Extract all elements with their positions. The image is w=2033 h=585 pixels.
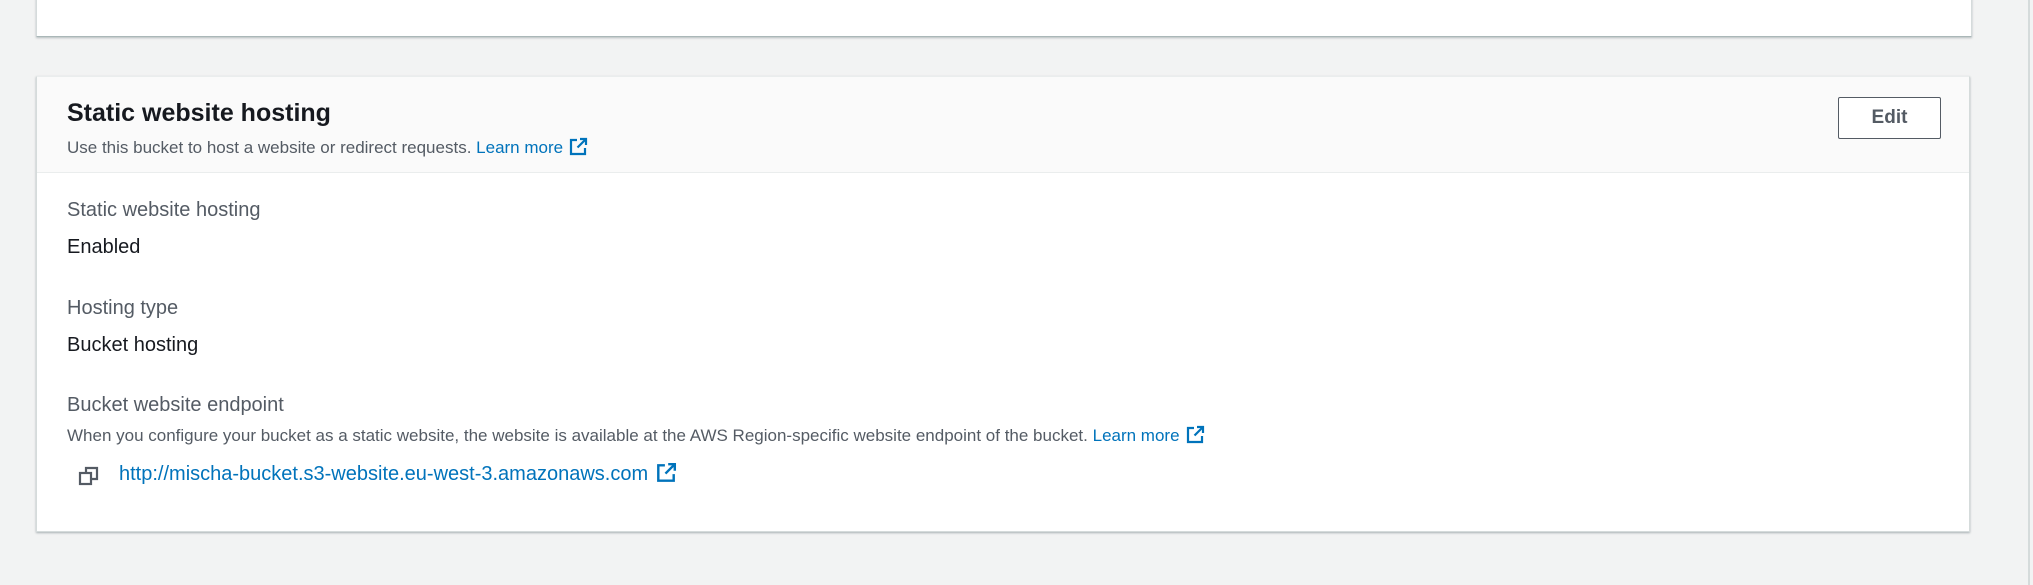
endpoint-label: Bucket website endpoint bbox=[67, 394, 284, 416]
page-scrollbar-edge bbox=[2028, 0, 2030, 585]
panel-description: Use this bucket to host a website or red… bbox=[67, 137, 588, 163]
endpoint-description: When you configure your bucket as a stat… bbox=[67, 425, 1205, 451]
edit-button[interactable]: Edit bbox=[1838, 97, 1941, 139]
copy-icon[interactable] bbox=[77, 464, 101, 488]
endpoint-learn-more-link[interactable]: Learn more bbox=[1092, 425, 1205, 445]
panel-description-text: Use this bucket to host a website or red… bbox=[67, 138, 472, 157]
endpoint-learn-more-label: Learn more bbox=[1092, 426, 1180, 445]
endpoint-description-text: When you configure your bucket as a stat… bbox=[67, 426, 1088, 445]
static-hosting-value: Enabled bbox=[67, 236, 141, 258]
previous-panel bbox=[36, 0, 1972, 37]
static-hosting-label: Static website hosting bbox=[67, 199, 261, 221]
endpoint-url-link[interactable]: http://mischa-bucket.s3-website.eu-west-… bbox=[119, 462, 677, 490]
hosting-type-label: Hosting type bbox=[67, 297, 179, 319]
external-link-icon bbox=[568, 137, 588, 163]
panel-header: Static website hosting Use this bucket t… bbox=[37, 77, 1969, 173]
hosting-type-value: Bucket hosting bbox=[67, 334, 199, 356]
endpoint-url: http://mischa-bucket.s3-website.eu-west-… bbox=[119, 463, 649, 485]
learn-more-link[interactable]: Learn more bbox=[476, 137, 588, 157]
static-website-hosting-panel: Static website hosting Use this bucket t… bbox=[36, 76, 1970, 532]
learn-more-label: Learn more bbox=[476, 138, 564, 157]
external-link-icon bbox=[1185, 425, 1205, 451]
panel-title: Static website hosting bbox=[67, 99, 331, 127]
endpoint-row: http://mischa-bucket.s3-website.eu-west-… bbox=[77, 462, 677, 490]
external-link-icon bbox=[655, 462, 677, 490]
